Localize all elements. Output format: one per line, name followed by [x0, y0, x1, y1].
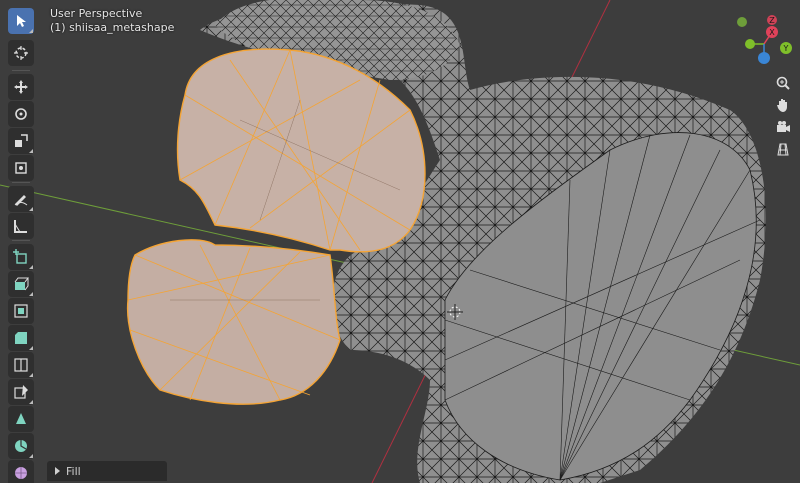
- axis-x-label: X: [769, 28, 775, 37]
- operator-panel-fill[interactable]: Fill: [47, 461, 167, 481]
- selected-faces-lower: [126, 239, 341, 405]
- spin-icon: [15, 440, 27, 452]
- active-object-label: (1) shiisaa_metashape: [50, 21, 175, 34]
- select-cursor-icon: [17, 15, 26, 27]
- cursor-tool[interactable]: [8, 40, 34, 66]
- inset-tool[interactable]: [8, 298, 34, 324]
- axis-y-label: Y: [783, 44, 789, 53]
- camera-view-button[interactable]: [772, 116, 794, 138]
- hand-icon: [777, 99, 787, 112]
- mesh-scene[interactable]: [0, 0, 800, 483]
- measure-tool[interactable]: [8, 213, 34, 239]
- smooth-tool[interactable]: [8, 460, 34, 483]
- operator-panel-label: Fill: [66, 464, 81, 478]
- view-perspective-label: User Perspective: [50, 7, 143, 20]
- knife-tool[interactable]: [8, 379, 34, 405]
- rotate-tool[interactable]: [8, 101, 34, 127]
- axis-z-neg-icon: [758, 52, 770, 64]
- zoom-button[interactable]: [772, 72, 794, 94]
- smooth-sphere-icon: [15, 467, 27, 479]
- move-arrows-icon: [14, 80, 28, 94]
- scale-tool[interactable]: [8, 128, 34, 154]
- axis-z-label: Z: [769, 16, 775, 25]
- add-cube-icon: [13, 249, 27, 264]
- navigation-gizmo[interactable]: X Z Y: [728, 12, 794, 68]
- select-box-tool[interactable]: [8, 8, 34, 34]
- poly-build-tool[interactable]: [8, 406, 34, 432]
- 3d-viewport[interactable]: User Perspective (1) shiisaa_metashape X…: [0, 0, 800, 483]
- annotate-tool[interactable]: [8, 186, 34, 212]
- bevel-tool[interactable]: [8, 325, 34, 351]
- perspective-toggle-button[interactable]: [772, 138, 794, 160]
- axis-y-handle-icon: [737, 17, 747, 27]
- magnifier-icon: [776, 76, 790, 90]
- add-cube-tool[interactable]: [8, 244, 34, 270]
- pan-button[interactable]: [772, 94, 794, 116]
- transform-tool[interactable]: [8, 155, 34, 181]
- inset-icon: [14, 304, 28, 318]
- extrude-icon: [14, 277, 29, 291]
- bevel-icon: [15, 332, 27, 344]
- rotate-icon: [15, 108, 27, 120]
- scale-icon: [15, 134, 28, 147]
- camera-icon: [777, 121, 790, 132]
- extrude-tool[interactable]: [8, 271, 34, 297]
- loop-cut-tool[interactable]: [8, 352, 34, 378]
- poly-build-icon: [16, 413, 26, 424]
- axis-y-neg-icon: [745, 39, 755, 49]
- transform-icon: [15, 162, 27, 174]
- move-tool[interactable]: [8, 74, 34, 100]
- pencil-icon: [14, 195, 28, 206]
- chevron-right-icon: [55, 467, 60, 475]
- loop-cut-icon: [14, 358, 28, 372]
- grid-perspective-icon: [777, 143, 789, 156]
- knife-icon: [14, 385, 28, 399]
- spin-tool[interactable]: [8, 433, 34, 459]
- ruler-icon: [14, 220, 27, 233]
- cursor-target-icon: [14, 46, 28, 60]
